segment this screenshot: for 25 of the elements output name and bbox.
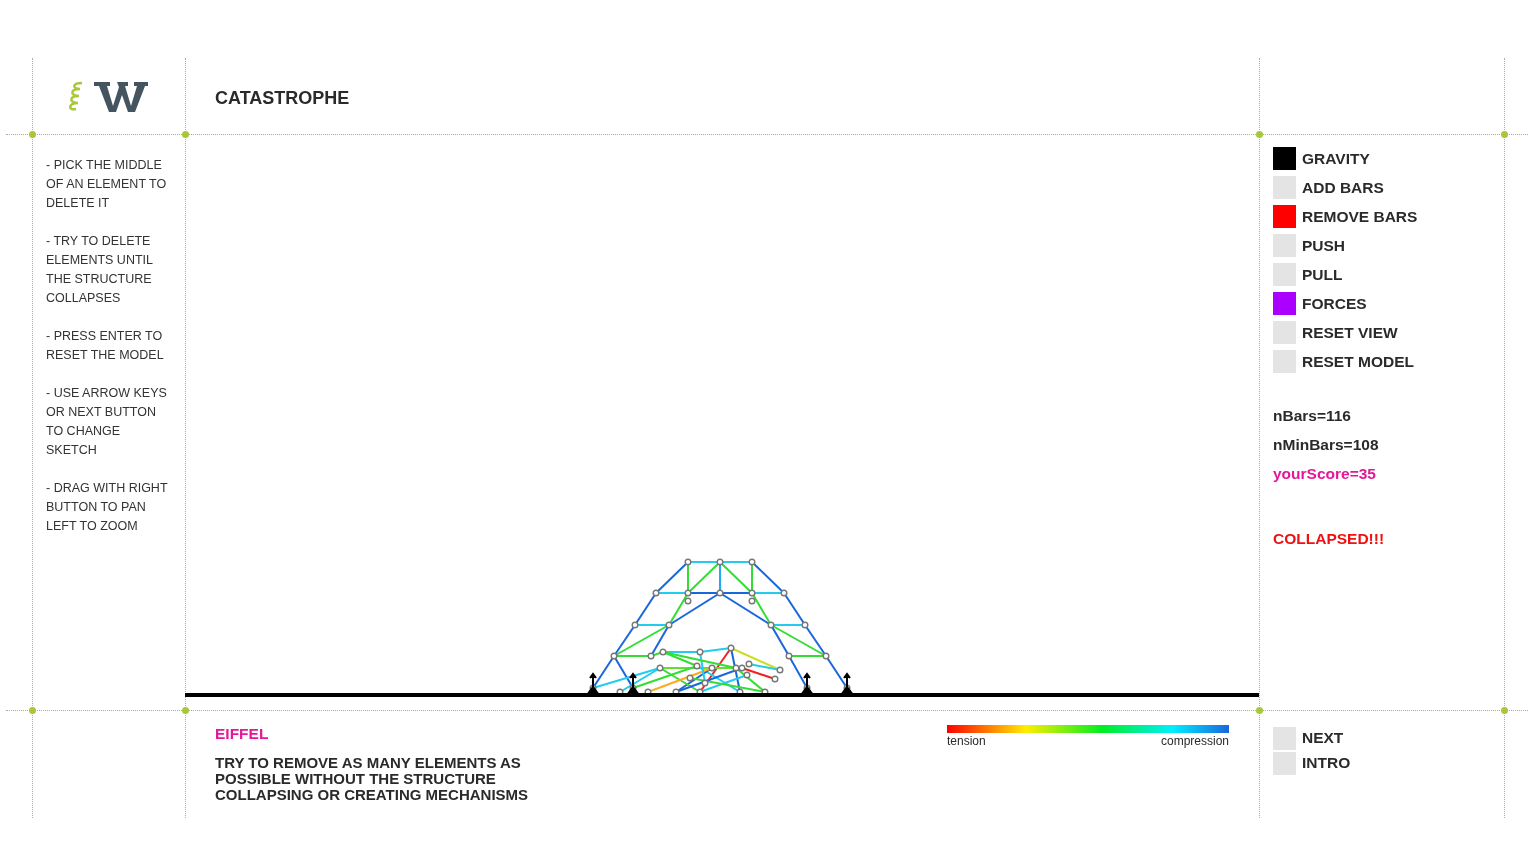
- goal-text: TRY TO REMOVE AS MANY ELEMENTS AS POSSIBLE WITHOUT THE STRUCTURE COLLAPSING OR CREATING MECHANISMS: [215, 755, 530, 804]
- toggle-button[interactable]: PUSH: [1273, 231, 1536, 260]
- toggle-button[interactable]: RESET VIEW: [1273, 318, 1536, 347]
- min-bar-count-text: nMinBars=108: [1273, 435, 1380, 454]
- toggle-button[interactable]: GRAVITY: [1273, 144, 1536, 173]
- score-text: yourScore=35: [1273, 464, 1377, 483]
- instruction-text: - PRESS ENTER TO RESET THE MODEL: [46, 328, 165, 364]
- bar-count-text: nBars=116: [1273, 406, 1352, 425]
- instruction-text: - DRAG WITH RIGHT BUTTON TO PAN LEFT TO ZOOM: [46, 480, 169, 535]
- logo-icon: [67, 79, 150, 115]
- scale-label: tension: [947, 733, 986, 749]
- toggle-button[interactable]: PULL: [1273, 260, 1536, 289]
- instruction-text: - USE ARROW KEYS OR NEXT BUTTON TO CHANGE SKETCH: [46, 385, 168, 459]
- status-text: COLLAPSED!!!: [1273, 529, 1386, 548]
- toggle-button[interactable]: ADD BARS: [1273, 173, 1536, 202]
- toggle-button[interactable]: FORCES: [1273, 289, 1536, 318]
- nav-button[interactable]: INTRO: [1273, 751, 1536, 775]
- instruction-text: - PICK THE MIDDLE OF AN ELEMENT TO DELETE IT: [46, 157, 168, 212]
- sketch-name: EIFFEL: [215, 724, 270, 744]
- instruction-text: - TRY TO DELETE ELEMENTS UNTIL THE STRUCTURE COLLAPSES: [46, 233, 154, 307]
- scale-label: compression: [1160, 733, 1229, 749]
- toggle-button[interactable]: REMOVE BARS: [1273, 202, 1536, 231]
- nav-button[interactable]: NEXT: [1273, 726, 1536, 750]
- toggle-button[interactable]: RESET MODEL: [1273, 347, 1536, 376]
- app-title: CATASTROPHE: [215, 86, 350, 110]
